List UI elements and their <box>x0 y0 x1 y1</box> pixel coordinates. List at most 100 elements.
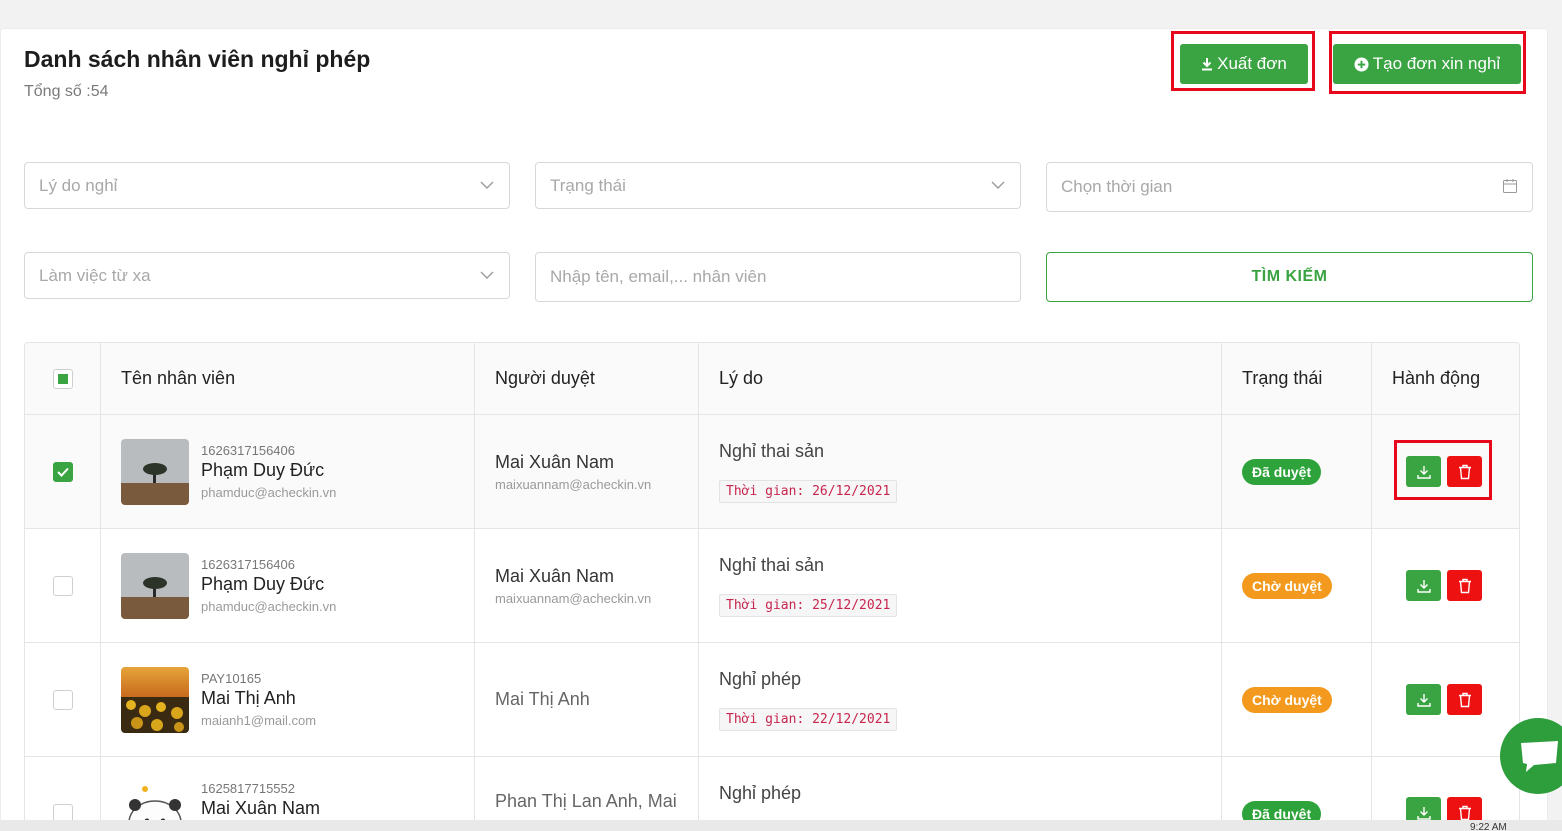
row-checkbox[interactable] <box>52 575 73 596</box>
approver-name: Phan Thị Lan Anh, Mai <box>495 791 677 811</box>
row-checkbox[interactable] <box>52 689 73 710</box>
table-row: PAY10165 Mai Thị Anh maianh1@mail.com Ma… <box>25 643 1519 757</box>
table-row: 1626317156406 Phạm Duy Đức phamduc@achec… <box>25 529 1519 643</box>
actions-highlight <box>1394 440 1492 500</box>
reason-text: Nghỉ phép <box>719 783 802 803</box>
employee-name: Phạm Duy Đức <box>201 574 325 594</box>
approver-email: maixuannam@acheckin.vn <box>495 476 652 492</box>
status-placeholder: Trạng thái <box>550 175 626 195</box>
plus-circle-icon <box>1354 56 1369 72</box>
col-employee-name: Tên nhân viên <box>101 343 475 414</box>
approver-email: maixuannam@acheckin.vn <box>495 590 652 606</box>
approver-name: Mai Xuân Nam <box>495 565 615 586</box>
create-label: Tạo đơn xin nghỉ <box>1372 54 1501 73</box>
col-reason: Lý do <box>699 343 1222 414</box>
reason-cell: Nghỉ thai sản Thời gian: 26/12/2021 <box>699 415 1222 528</box>
indeterminate-mark <box>57 373 68 384</box>
table-row: 1626317156406 Phạm Duy Đức phamduc@achec… <box>25 415 1519 529</box>
download-button[interactable] <box>1406 570 1441 601</box>
remote-placeholder: Làm việc từ xa <box>39 265 151 285</box>
row-checkbox[interactable] <box>52 461 73 482</box>
calendar-icon <box>1503 179 1517 193</box>
reason-text: Nghỉ thai sản <box>719 440 825 461</box>
reason-placeholder: Lý do nghỉ <box>39 175 118 195</box>
trash-icon <box>1458 805 1471 820</box>
export-label: Xuất đơn <box>1217 54 1287 73</box>
remote-select[interactable]: Làm việc từ xa <box>24 252 510 299</box>
chat-icon <box>1521 741 1558 772</box>
employee-email: maianh1@mail.com <box>201 713 317 728</box>
chevron-down-icon <box>480 181 494 189</box>
employee-name: Phạm Duy Đức <box>201 460 325 480</box>
download-icon <box>1416 806 1431 820</box>
approver-name: Mai Thị Anh <box>495 689 590 709</box>
employee-email: phamduc@acheckin.vn <box>201 599 337 614</box>
reason-text: Nghỉ thai sản <box>719 554 825 575</box>
create-leave-button[interactable]: Tạo đơn xin nghỉ <box>1333 44 1521 84</box>
actions-cell <box>1372 529 1519 642</box>
reason-text: Nghỉ phép <box>719 668 802 689</box>
status-badge: Chờ duyệt <box>1242 686 1332 713</box>
date-picker[interactable]: Chọn thời gian <box>1046 162 1533 212</box>
trash-icon <box>1458 578 1471 593</box>
employee-name: Mai Thị Anh <box>201 688 296 708</box>
download-icon <box>1416 579 1431 593</box>
row-select-cell <box>25 529 101 642</box>
leave-time: Thời gian: 26/12/2021 <box>719 479 898 503</box>
employee-cell: 1626317156406 Phạm Duy Đức phamduc@achec… <box>101 529 475 642</box>
employee-code: PAY10165 <box>201 671 262 686</box>
col-status: Trạng thái <box>1222 343 1372 414</box>
employee-name: Mai Xuân Nam <box>201 798 321 818</box>
employee-code: 1626317156406 <box>201 557 295 572</box>
avatar <box>121 438 189 505</box>
select-all-checkbox[interactable] <box>52 368 73 389</box>
row-select-cell <box>25 643 101 756</box>
page-title: Danh sách nhân viên nghỉ phép <box>24 46 371 72</box>
reason-cell: Nghỉ thai sản Thời gian: 25/12/2021 <box>699 529 1222 642</box>
leave-table: Tên nhân viên Người duyệt Lý do Trạng th… <box>24 342 1520 831</box>
employee-cell: PAY10165 Mai Thị Anh maianh1@mail.com <box>101 643 475 756</box>
row-select-cell <box>25 415 101 528</box>
status-cell: Chờ duyệt <box>1222 529 1372 642</box>
avatar <box>121 666 189 733</box>
check-icon <box>56 467 69 477</box>
employee-code: 1625817715552 <box>201 781 295 796</box>
delete-button[interactable] <box>1447 684 1482 715</box>
employee-email: phamduc@acheckin.vn <box>201 485 337 500</box>
download-button[interactable] <box>1406 684 1441 715</box>
search-input[interactable] <box>550 267 1006 287</box>
reason-cell: Nghỉ phép Thời gian: 22/12/2021 <box>699 643 1222 756</box>
status-select[interactable]: Trạng thái <box>535 162 1021 209</box>
approver-cell: Mai Xuân Nam maixuannam@acheckin.vn <box>475 415 699 528</box>
time-placeholder: Chọn thời gian <box>1061 177 1173 196</box>
approver-cell: Mai Xuân Nam maixuannam@acheckin.vn <box>475 529 699 642</box>
status-badge: Đã duyệt <box>1242 458 1322 485</box>
download-icon <box>1416 693 1431 707</box>
status-badge: Chờ duyệt <box>1242 572 1332 599</box>
trash-icon <box>1458 692 1471 707</box>
reason-select[interactable]: Lý do nghỉ <box>24 162 510 209</box>
taskbar <box>0 820 1562 831</box>
col-approver: Người duyệt <box>475 343 699 414</box>
leave-time: Thời gian: 22/12/2021 <box>719 707 898 731</box>
status-cell: Chờ duyệt <box>1222 643 1372 756</box>
total-count: Tổng số :54 <box>24 83 109 100</box>
table-header: Tên nhân viên Người duyệt Lý do Trạng th… <box>25 343 1519 415</box>
status-cell: Đã duyệt <box>1222 415 1372 528</box>
download-icon <box>1202 58 1213 71</box>
chevron-down-icon <box>480 271 494 279</box>
col-actions: Hành động <box>1392 368 1481 388</box>
avatar <box>121 552 189 619</box>
delete-button[interactable] <box>1447 570 1482 601</box>
approver-name: Mai Xuân Nam <box>495 451 615 472</box>
leave-time: Thời gian: 25/12/2021 <box>719 593 898 617</box>
employee-cell: 1626317156406 Phạm Duy Đức phamduc@achec… <box>101 415 475 528</box>
system-clock: 9:22 AM <box>1470 822 1507 831</box>
export-button[interactable]: Xuất đơn <box>1180 44 1308 84</box>
header-select-cell <box>25 343 101 414</box>
chevron-down-icon <box>991 181 1005 189</box>
approver-cell: Mai Thị Anh <box>475 643 699 756</box>
employee-code: 1626317156406 <box>201 443 295 458</box>
search-button[interactable]: TÌM KIẾM <box>1046 252 1533 302</box>
search-field[interactable] <box>535 252 1021 302</box>
